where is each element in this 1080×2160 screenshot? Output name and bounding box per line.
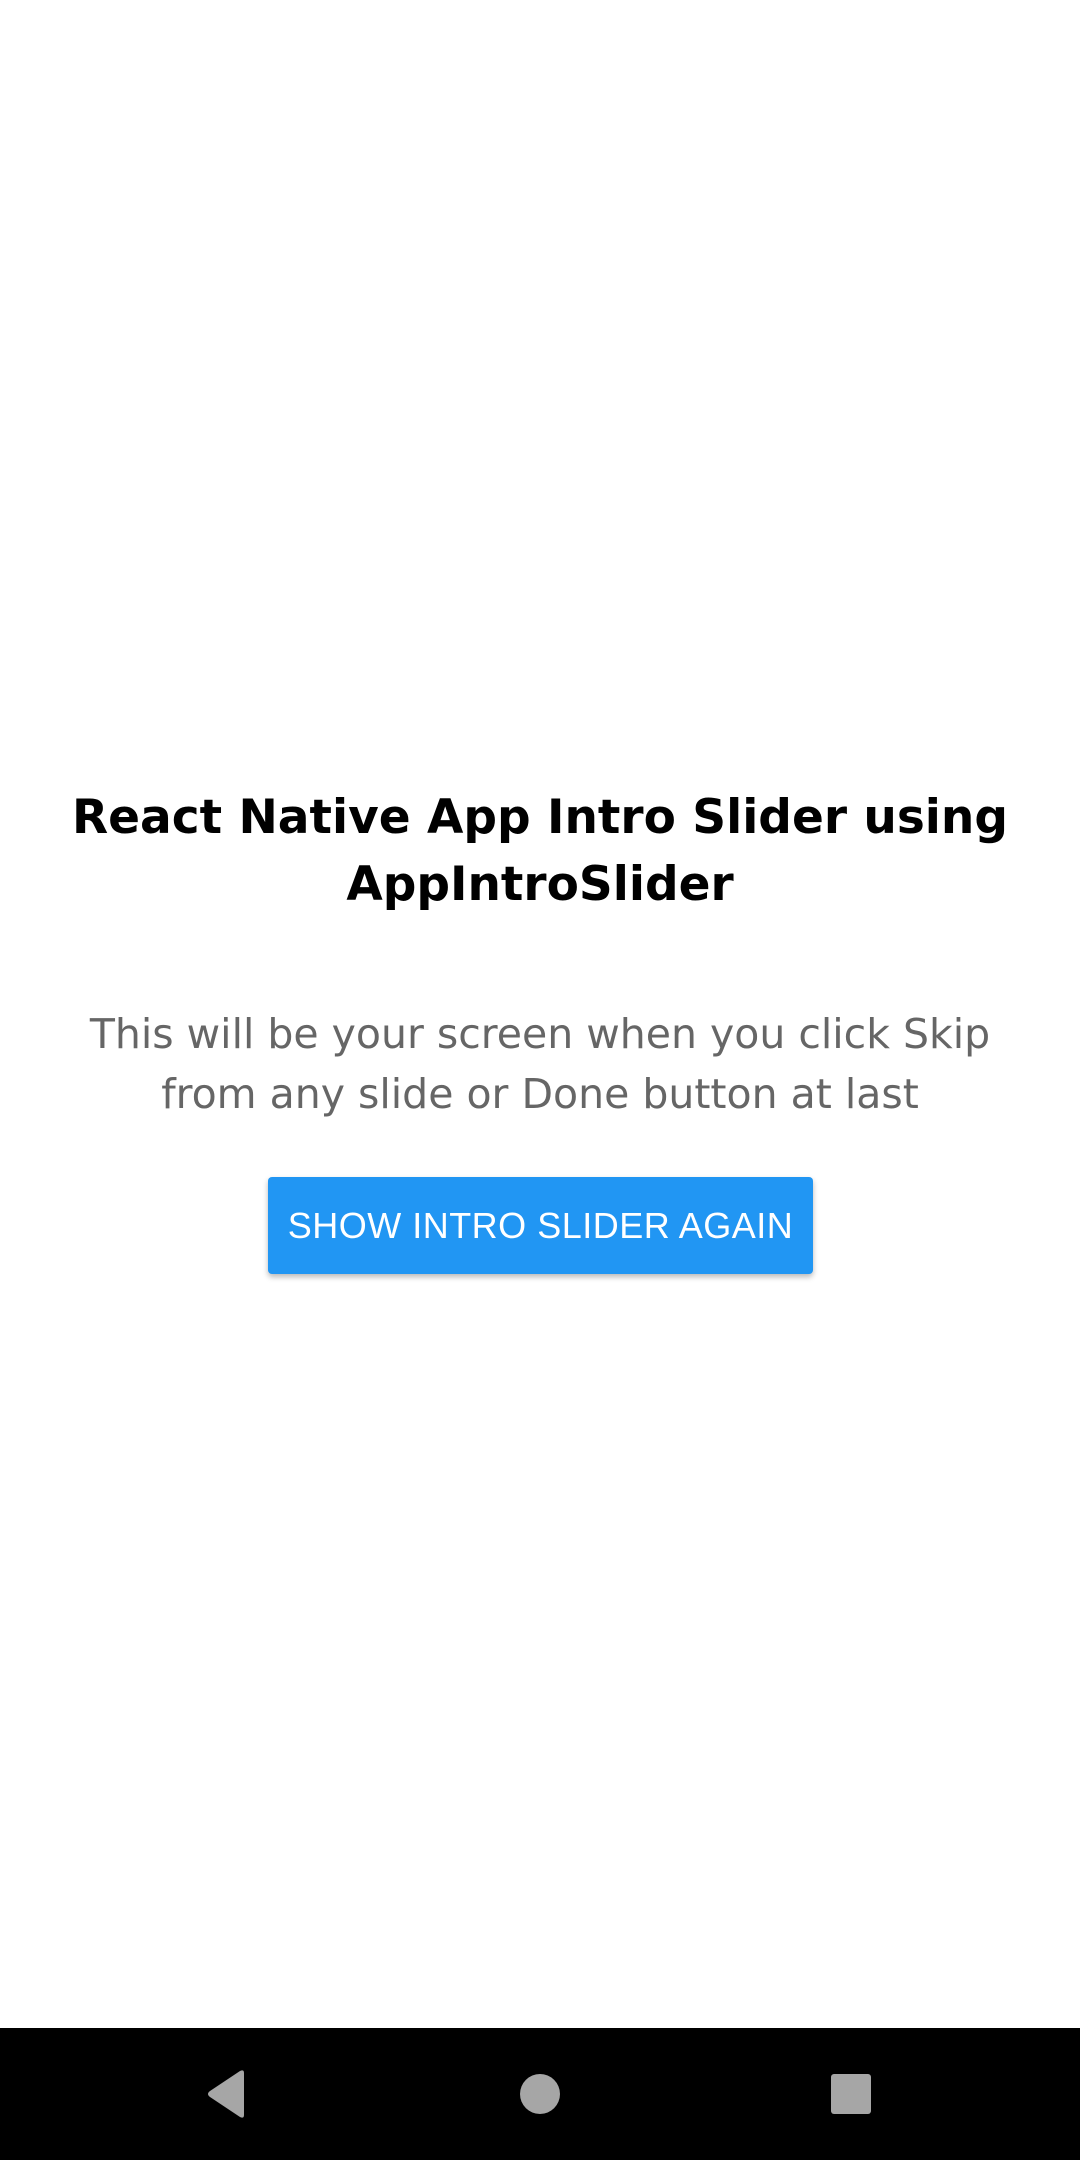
nav-recents-button[interactable]: [771, 2028, 931, 2160]
show-intro-slider-again-button[interactable]: SHOW INTRO SLIDER AGAIN: [268, 1177, 813, 1274]
nav-home-button[interactable]: [460, 2028, 620, 2160]
main-content: React Native App Intro Slider using AppI…: [0, 0, 1080, 2028]
app-screen: React Native App Intro Slider using AppI…: [0, 0, 1080, 2160]
home-circle-icon: [519, 2073, 561, 2115]
page-description: This will be your screen when you click …: [89, 1010, 991, 1118]
back-triangle-icon: [204, 2069, 248, 2119]
system-navigation-bar: [0, 2028, 1080, 2160]
page-title: React Native App Intro Slider using AppI…: [71, 790, 1009, 912]
recents-square-icon: [830, 2073, 872, 2115]
nav-back-button[interactable]: [146, 2028, 306, 2160]
